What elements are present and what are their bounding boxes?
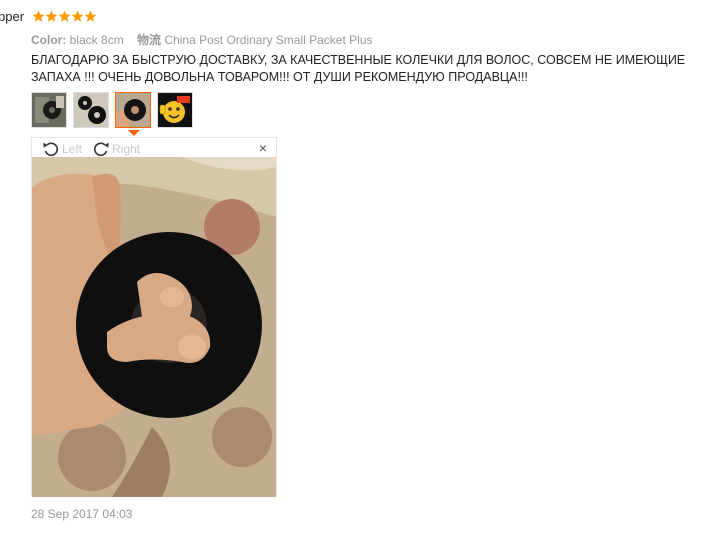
rotate-right-label: Right — [112, 142, 141, 156]
review-photo — [32, 157, 276, 497]
color-label: Color: — [31, 33, 67, 47]
thumbnail-strip — [31, 92, 193, 128]
star-icon — [32, 10, 45, 22]
close-icon[interactable]: × — [259, 141, 267, 155]
photo-icon — [32, 93, 66, 127]
active-thumb-indicator — [128, 130, 140, 136]
review-text: БЛАГОДАРЮ ЗА БЫСТРУЮ ДОСТАВКУ, ЗА КАЧЕСТ… — [31, 53, 686, 84]
color-value: black 8cm — [69, 33, 124, 47]
star-icon — [71, 10, 84, 22]
rotate-right-button[interactable]: Right — [92, 141, 140, 157]
shipping-value: China Post Ordinary Small Packet Plus — [164, 33, 373, 47]
thumb-photo-3[interactable] — [115, 92, 151, 128]
rotate-right-icon — [93, 142, 109, 157]
thumb-photo-1[interactable] — [31, 92, 67, 128]
star-icon — [58, 10, 71, 22]
review-author: pper — [0, 9, 25, 24]
star-icon — [45, 10, 58, 22]
review-date: 28 Sep 2017 04:03 — [31, 507, 133, 521]
rotate-left-button[interactable]: Left — [42, 141, 82, 157]
thumb-emoji[interactable] — [157, 92, 193, 128]
thumbs-up-emoji-icon — [158, 93, 192, 127]
rating-stars — [32, 10, 97, 23]
photo-icon — [116, 93, 150, 127]
review-meta: Color: black 8cm 物流 China Post Ordinary … — [31, 31, 373, 48]
star-icon — [84, 10, 97, 22]
thumb-photo-2[interactable] — [73, 92, 109, 128]
image-viewer: Left Right × — [31, 137, 277, 497]
shipping-label: 物流 — [137, 33, 162, 47]
rotate-left-label: Left — [62, 142, 83, 156]
rotate-left-icon — [43, 142, 59, 157]
photo-icon — [74, 93, 108, 127]
viewer-toolbar: Left Right × — [32, 138, 276, 158]
